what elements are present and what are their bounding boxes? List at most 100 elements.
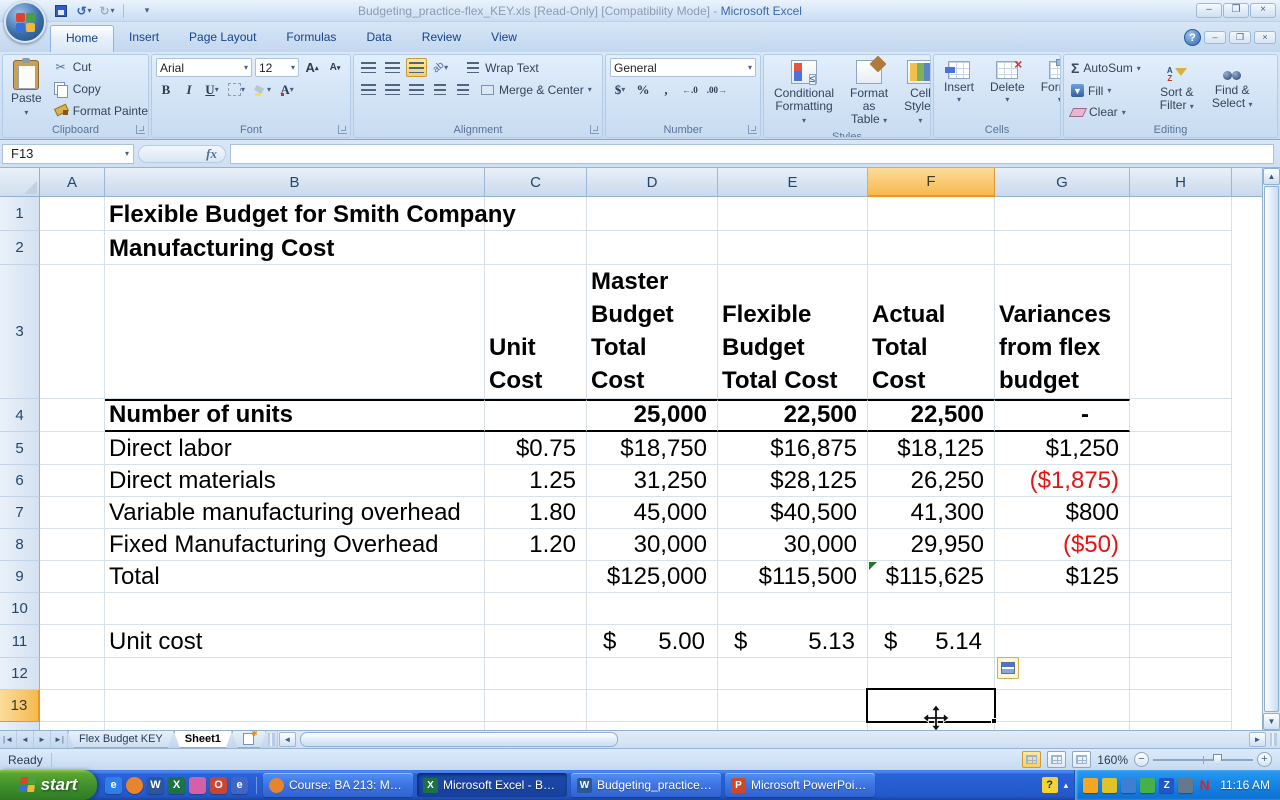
select-all-corner[interactable]: [0, 168, 40, 197]
cell-E5[interactable]: $16,875: [718, 432, 868, 465]
ribbon-tab-page-layout[interactable]: Page Layout: [174, 25, 271, 52]
decrease-indent-button[interactable]: [430, 80, 450, 99]
cell-D6[interactable]: 31,250: [587, 465, 718, 497]
clear-button[interactable]: Clear▾: [1068, 104, 1144, 120]
undo-button[interactable]: ↺▾: [75, 3, 93, 19]
cell-F1[interactable]: [868, 197, 995, 231]
cell-A5[interactable]: [40, 432, 105, 465]
cell-C13[interactable]: [485, 690, 587, 722]
cell-F8[interactable]: 29,950: [868, 529, 995, 561]
ribbon-tab-home[interactable]: Home: [50, 25, 114, 52]
fill-handle[interactable]: [991, 718, 997, 724]
cell-G11[interactable]: [995, 625, 1130, 658]
cell-E11[interactable]: $5.13: [718, 625, 868, 658]
cell-D13[interactable]: [587, 690, 718, 722]
cell-D9[interactable]: $125,000: [587, 561, 718, 593]
decrease-decimal-button[interactable]: .00→: [704, 80, 730, 99]
redo-button[interactable]: ↻▾: [98, 3, 116, 19]
cell-B4[interactable]: Number of units: [105, 399, 485, 432]
hide-icons-chevron[interactable]: ▴: [1064, 780, 1069, 791]
conditional-formatting-button[interactable]: Conditional Formatting ▾: [768, 58, 840, 129]
align-top-button[interactable]: [358, 58, 379, 77]
next-sheet-button[interactable]: ►: [34, 731, 51, 748]
insert-worksheet-tab[interactable]: [232, 731, 266, 748]
workbook-minimize-button[interactable]: –: [1204, 31, 1226, 44]
restore-button[interactable]: ❐: [1223, 3, 1249, 18]
cell-B8[interactable]: Fixed Manufacturing Overhead: [105, 529, 485, 561]
cell-B13[interactable]: [105, 690, 485, 722]
cell-G4[interactable]: -: [995, 399, 1130, 432]
page-layout-view-button[interactable]: [1047, 751, 1066, 768]
format-cells-button[interactable]: Format▾: [1035, 61, 1061, 104]
cell-C7[interactable]: 1.80: [485, 497, 587, 529]
column-header-B[interactable]: B: [105, 168, 485, 197]
percent-style-button[interactable]: %: [633, 80, 653, 99]
previous-sheet-button[interactable]: ◄: [17, 731, 34, 748]
cell-E1[interactable]: [718, 197, 868, 231]
align-left-button[interactable]: [358, 80, 379, 99]
row-header-10[interactable]: 10: [0, 593, 40, 625]
cell-H6[interactable]: [1130, 465, 1232, 497]
cell-C6[interactable]: 1.25: [485, 465, 587, 497]
taskbar-button-firefox[interactable]: Course: BA 213: Man...: [263, 773, 413, 797]
cell-styles-button[interactable]: Cell Styles ▾: [898, 58, 931, 129]
font-name-combo[interactable]: Arial▾: [156, 58, 252, 77]
cell-E6[interactable]: $28,125: [718, 465, 868, 497]
cell-D8[interactable]: 30,000: [587, 529, 718, 561]
horizontal-scroll-track[interactable]: [297, 731, 1248, 748]
cell-F9[interactable]: $115,625: [868, 561, 995, 593]
zoom-in-button[interactable]: +: [1257, 752, 1272, 767]
increase-indent-button[interactable]: [453, 80, 473, 99]
scroll-up-button[interactable]: ▲: [1263, 168, 1280, 185]
network-icon[interactable]: [1121, 778, 1136, 793]
customize-qat-button[interactable]: ▾: [138, 3, 156, 19]
grow-font-button[interactable]: A▴: [302, 58, 322, 77]
cut-button[interactable]: ✂Cut: [50, 59, 149, 75]
cell-E2[interactable]: [718, 231, 868, 265]
cell-D1[interactable]: [587, 197, 718, 231]
last-sheet-button[interactable]: ►|: [51, 731, 68, 748]
cell-D7[interactable]: 45,000: [587, 497, 718, 529]
cell-G8[interactable]: ($50): [995, 529, 1130, 561]
cell-C3[interactable]: Unit Cost: [485, 265, 587, 399]
sheet-tab-flex-budget-key[interactable]: Flex Budget KEY: [68, 731, 174, 748]
sheet-tab-sheet1[interactable]: Sheet1: [174, 731, 232, 748]
cell-F2[interactable]: [868, 231, 995, 265]
cell-B7[interactable]: Variable manufacturing overhead: [105, 497, 485, 529]
formula-input[interactable]: [230, 144, 1274, 164]
cell-E9[interactable]: $115,500: [718, 561, 868, 593]
scroll-right-button[interactable]: ►: [1249, 732, 1266, 747]
row-header-5[interactable]: 5: [0, 432, 40, 465]
cell-C9[interactable]: [485, 561, 587, 593]
cell-H3[interactable]: [1130, 265, 1232, 399]
cell-E3[interactable]: Flexible Budget Total Cost: [718, 265, 868, 399]
cell-B1[interactable]: Flexible Budget for Smith Company: [105, 197, 485, 231]
row-header-11[interactable]: 11: [0, 625, 40, 658]
firefox-icon[interactable]: [126, 777, 143, 794]
ribbon-tab-insert[interactable]: Insert: [114, 25, 174, 52]
orientation-button[interactable]: ab▾: [430, 58, 451, 77]
office-button[interactable]: [4, 1, 46, 43]
fill-color-button[interactable]: ▾: [251, 80, 274, 99]
cell-G6[interactable]: ($1,875): [995, 465, 1130, 497]
scrollbar-split-handle[interactable]: [1270, 733, 1277, 746]
column-header-A[interactable]: A: [40, 168, 105, 197]
column-header-H[interactable]: H: [1130, 168, 1232, 197]
vertical-scrollbar[interactable]: ▲ ▼: [1262, 168, 1280, 730]
cell-H11[interactable]: [1130, 625, 1232, 658]
cell-H13[interactable]: [1130, 690, 1232, 722]
cell-E12[interactable]: [718, 658, 868, 690]
cell-A6[interactable]: [40, 465, 105, 497]
cell-B3[interactable]: [105, 265, 485, 399]
msn-icon[interactable]: e: [231, 777, 248, 794]
copy-button[interactable]: Copy: [50, 81, 149, 97]
cell-A13[interactable]: [40, 690, 105, 722]
format-as-table-button[interactable]: Format as Table ▾: [844, 58, 894, 129]
cell-H1[interactable]: [1130, 197, 1232, 231]
italic-button[interactable]: I: [179, 80, 199, 99]
cell-A2[interactable]: [40, 231, 105, 265]
minimize-button[interactable]: –: [1196, 3, 1222, 18]
cell-D10[interactable]: [587, 593, 718, 625]
excel-icon[interactable]: X: [168, 777, 185, 794]
cell-G3[interactable]: Variances from flex budget: [995, 265, 1130, 399]
